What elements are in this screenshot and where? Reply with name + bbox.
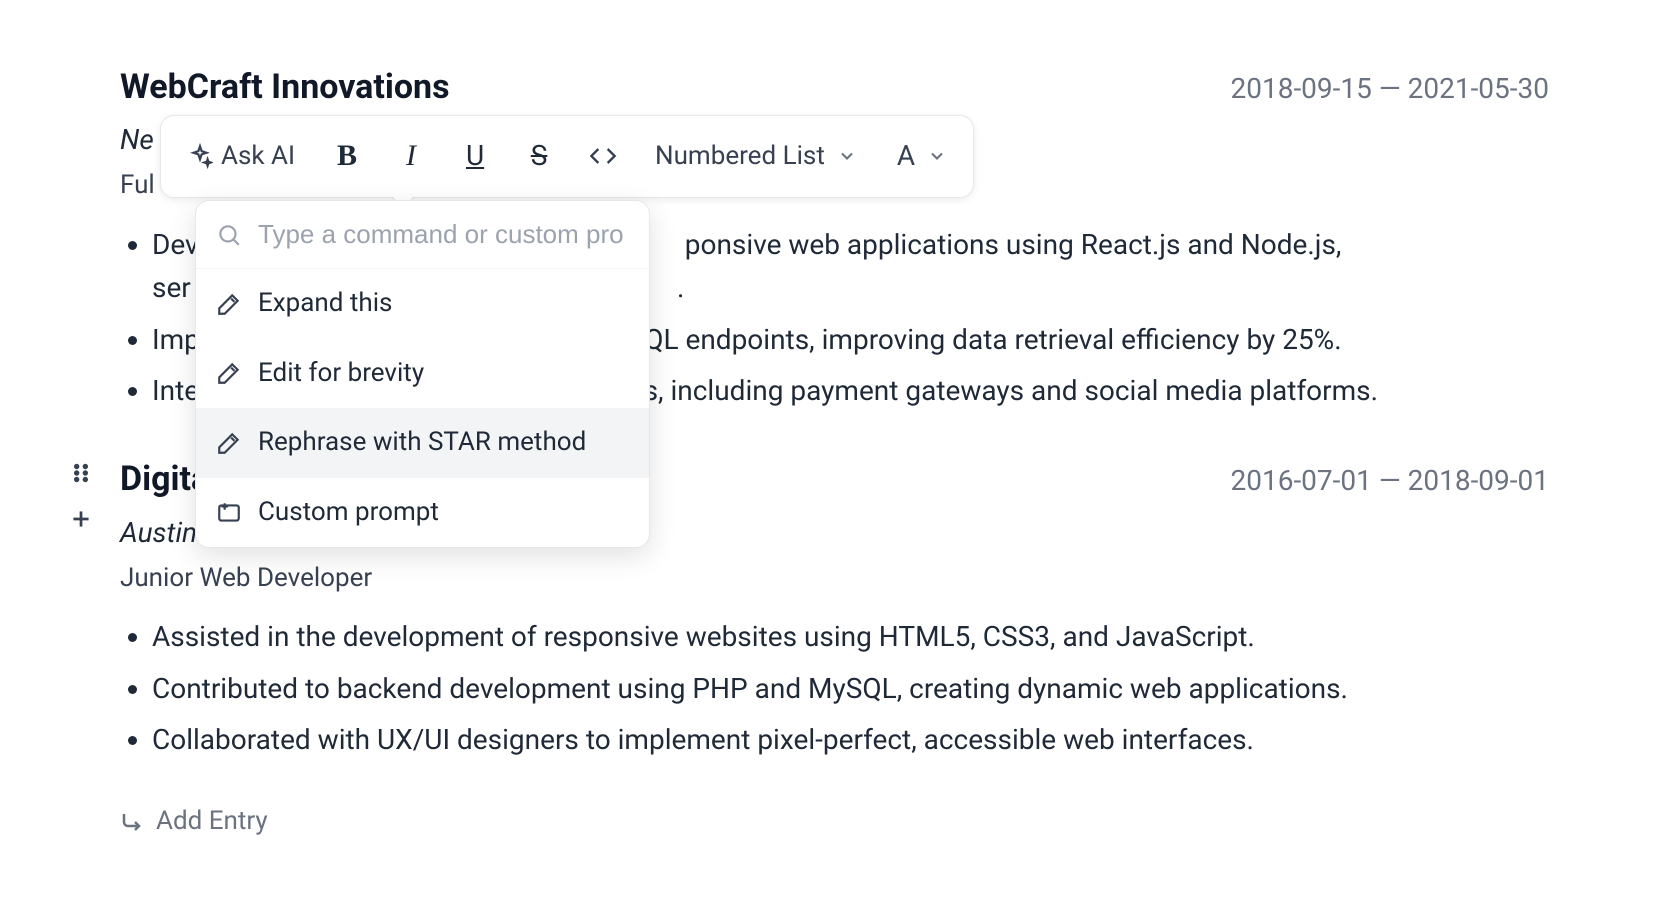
bullet-item[interactable]: Assisted in the development of responsiv… [152, 615, 1549, 658]
ai-command-popup: Expand this Edit for brevity Rephrase wi… [195, 200, 650, 548]
text-color-select[interactable]: A [887, 126, 957, 187]
ask-ai-label: Ask AI [221, 136, 295, 178]
bullet-item[interactable]: Contributed to backend development using… [152, 667, 1549, 710]
sparkle-icon [187, 143, 213, 169]
arrow-return-icon [120, 810, 144, 834]
bullet-list: Assisted in the development of responsiv… [120, 615, 1549, 761]
list-type-label: Numbered List [655, 136, 825, 178]
command-item-label: Edit for brevity [258, 353, 424, 395]
entry-header: WebCraft Innovations 2018-09-15 — 2021-0… [120, 60, 1549, 114]
drag-handle-icon[interactable] [68, 460, 94, 486]
command-item-brevity[interactable]: Edit for brevity [196, 339, 649, 409]
plus-icon[interactable] [68, 506, 94, 532]
strikethrough-icon: S [531, 134, 548, 179]
bold-icon: B [337, 132, 357, 180]
block-controls [68, 460, 94, 532]
wand-icon [216, 360, 242, 386]
code-button[interactable] [581, 134, 625, 178]
command-item-custom[interactable]: Custom prompt [196, 478, 649, 548]
wand-icon [216, 291, 242, 317]
ask-ai-button[interactable]: Ask AI [177, 128, 305, 186]
formatting-toolbar: Ask AI B I U S Numbered List A [160, 115, 974, 198]
bullet-item[interactable]: Collaborated with UX/UI designers to imp… [152, 718, 1549, 761]
chevron-down-icon [927, 146, 947, 166]
bold-button[interactable]: B [325, 134, 369, 178]
command-item-star[interactable]: Rephrase with STAR method [196, 408, 649, 478]
custom-prompt-icon [216, 500, 242, 526]
command-item-expand[interactable]: Expand this [196, 269, 649, 339]
wand-icon [216, 430, 242, 456]
company-name: WebCraft Innovations [120, 60, 450, 114]
underline-icon: U [466, 134, 484, 179]
text-color-icon: A [897, 134, 915, 179]
add-entry-button[interactable]: Add Entry [120, 801, 1549, 843]
command-search-row [196, 201, 649, 269]
command-item-label: Custom prompt [258, 492, 439, 534]
search-icon [216, 222, 242, 248]
command-input[interactable] [258, 219, 629, 250]
italic-icon: I [406, 132, 416, 180]
command-item-label: Rephrase with STAR method [258, 422, 586, 464]
underline-button[interactable]: U [453, 134, 497, 178]
strikethrough-button[interactable]: S [517, 134, 561, 178]
add-entry-label: Add Entry [156, 801, 268, 843]
date-range: 2018-09-15 — 2021-05-30 [1231, 67, 1550, 112]
italic-button[interactable]: I [389, 134, 433, 178]
chevron-down-icon [837, 146, 857, 166]
job-title: Junior Web Developer [120, 558, 1549, 600]
code-icon [589, 142, 617, 170]
command-item-label: Expand this [258, 283, 392, 325]
date-range: 2016-07-01 — 2018-09-01 [1231, 459, 1550, 504]
list-type-select[interactable]: Numbered List [645, 128, 867, 186]
